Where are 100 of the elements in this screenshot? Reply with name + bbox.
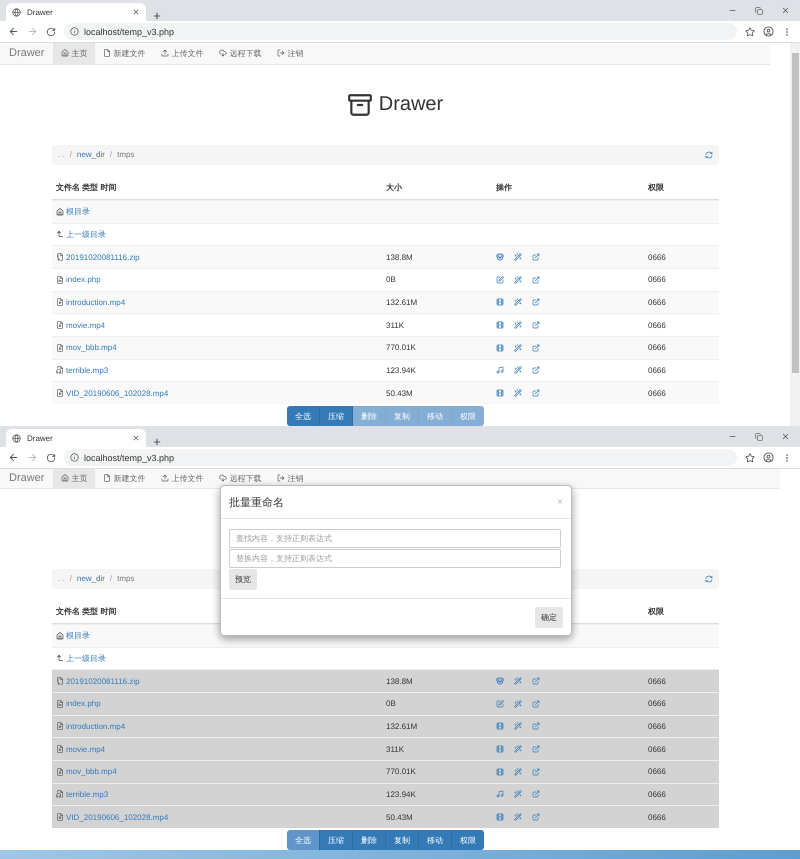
directory-link[interactable]: 上一级目录	[56, 228, 386, 240]
close-icon	[781, 432, 790, 441]
file-row[interactable]: 20191020081116.zip 138.8M 0666	[52, 245, 719, 268]
breadcrumb-link[interactable]: . .	[58, 574, 65, 584]
confirm-button[interactable]: 确定	[535, 606, 563, 628]
action-button[interactable]: 压缩	[320, 830, 353, 850]
file-row[interactable]: VID_20190606_102028.mp4 50.43M 0666	[52, 805, 719, 828]
preview-button[interactable]: 预览	[229, 569, 257, 590]
nav-item[interactable]: 远程下载	[211, 469, 270, 488]
action-button[interactable]: 复制	[386, 830, 419, 850]
file-link[interactable]: introduction.mp4	[56, 298, 386, 307]
open-link-icon	[532, 276, 540, 284]
file-row[interactable]: index.php 0B 0666	[52, 692, 719, 715]
breadcrumb-link[interactable]: . .	[58, 150, 65, 160]
wand-icon	[514, 276, 522, 284]
video-file-icon	[56, 768, 64, 776]
extract-icon	[496, 677, 504, 686]
open-link-icon	[532, 745, 540, 754]
back-icon	[8, 26, 19, 37]
open-link-icon	[532, 298, 540, 306]
cloud-download-icon	[219, 474, 228, 482]
open-link-icon	[532, 321, 540, 330]
file-link[interactable]: movie.mp4	[56, 744, 386, 754]
scrollbar[interactable]	[790, 43, 800, 426]
file-link[interactable]: movie.mp4	[56, 320, 386, 330]
file-link[interactable]: 20191020081116.zip	[56, 676, 386, 686]
film-icon	[496, 813, 504, 822]
nav-item[interactable]: 上传文件	[153, 43, 212, 64]
new-tab-icon	[152, 11, 162, 21]
film-icon	[496, 768, 504, 776]
file-link[interactable]: VID_20190606_102028.mp4	[56, 812, 386, 822]
globe-icon	[12, 8, 21, 16]
file-link[interactable]: terrible.mp3	[56, 366, 386, 375]
file-link[interactable]: mov_bbb.mp4	[56, 767, 386, 776]
action-button[interactable]: 全选	[287, 406, 320, 426]
nav-item[interactable]: 新建文件	[95, 43, 154, 64]
brand[interactable]: Drawer	[0, 469, 54, 488]
table-cell-text: 0B	[386, 699, 397, 708]
file-row[interactable]: introduction.mp4 132.61M 0666	[52, 290, 719, 314]
action-button[interactable]: 移动	[419, 830, 452, 850]
video-file-icon	[56, 321, 64, 330]
browser-tab[interactable]: Drawer	[6, 429, 146, 447]
file-row[interactable]: mov_bbb.mp4 770.01K 0666	[52, 760, 719, 783]
file-row[interactable]: mov_bbb.mp4 770.01K 0666	[52, 336, 719, 359]
file-row[interactable]: terrible.mp3 123.94K 0666	[52, 358, 719, 382]
logout-icon	[277, 49, 286, 58]
file-icon	[103, 49, 112, 58]
reload-icon	[46, 26, 56, 36]
column-header: 操作	[496, 182, 513, 194]
file-link[interactable]: index.php	[56, 699, 386, 708]
file-link[interactable]: introduction.mp4	[56, 722, 386, 731]
replace-field[interactable]: 替换内容，支持正则表达式	[229, 549, 561, 568]
table-cell-text: 0666	[648, 676, 667, 686]
breadcrumb-link[interactable]: tmps	[117, 150, 134, 160]
file-row[interactable]: VID_20190606_102028.mp4 50.43M 0666	[52, 381, 719, 404]
action-button[interactable]: 全选	[287, 830, 320, 850]
brand[interactable]: Drawer	[0, 43, 54, 64]
account-icon	[763, 452, 774, 463]
refresh-icon	[705, 150, 713, 159]
column-header: 文件名 类型 时间	[56, 606, 118, 618]
file-icon	[103, 474, 112, 482]
wand-icon	[514, 677, 522, 686]
video-file-icon	[56, 813, 64, 822]
nav-item[interactable]: 主页	[53, 43, 96, 64]
table-cell-text: 770.01K	[386, 767, 417, 776]
nav-item[interactable]: 主页	[53, 469, 96, 488]
file-link[interactable]: mov_bbb.mp4	[56, 343, 386, 352]
nav-item[interactable]: 注销	[269, 469, 312, 488]
video-file-icon	[56, 745, 64, 754]
file-row[interactable]: terrible.mp3 123.94K 0666	[52, 782, 719, 806]
breadcrumb-link[interactable]: tmps	[117, 574, 134, 584]
action-button[interactable]: 压缩	[320, 406, 353, 426]
breadcrumb-link[interactable]: new_dir	[76, 150, 105, 160]
nav-item[interactable]: 远程下载	[211, 43, 270, 64]
nav-item[interactable]: 新建文件	[95, 469, 154, 488]
file-row[interactable]: introduction.mp4 132.61M 0666	[52, 714, 719, 738]
file-link[interactable]: 20191020081116.zip	[56, 252, 386, 262]
file-link[interactable]: index.php	[56, 275, 386, 284]
drawer-icon	[346, 92, 373, 118]
column-header: 权限	[648, 182, 665, 194]
breadcrumb-link[interactable]: new_dir	[76, 574, 105, 584]
action-button[interactable]: 删除	[353, 830, 386, 850]
file-row[interactable]: movie.mp4 311K 0666	[52, 737, 719, 760]
nav-item[interactable]: 注销	[269, 43, 312, 64]
address-bar[interactable]: localhost/temp_v3.php	[64, 23, 737, 40]
address-bar[interactable]: localhost/temp_v3.php	[64, 449, 737, 466]
file-link[interactable]: terrible.mp3	[56, 790, 386, 799]
star-icon	[745, 26, 755, 36]
breadcrumb-separator: /	[70, 574, 72, 584]
wand-icon	[514, 366, 522, 374]
directory-link[interactable]: 上一级目录	[56, 652, 386, 664]
video-file-icon	[56, 389, 64, 398]
file-row[interactable]: 20191020081116.zip 138.8M 0666	[52, 669, 719, 692]
file-link[interactable]: VID_20190606_102028.mp4	[56, 388, 386, 398]
find-field[interactable]: 查找内容，支持正则表达式	[229, 529, 561, 548]
table-cell-text: 132.61M	[386, 722, 418, 731]
nav-item[interactable]: 上传文件	[153, 469, 212, 488]
open-link-icon	[532, 366, 540, 374]
browser-tab[interactable]: Drawer	[6, 3, 146, 21]
action-button[interactable]: 权限	[452, 830, 484, 850]
